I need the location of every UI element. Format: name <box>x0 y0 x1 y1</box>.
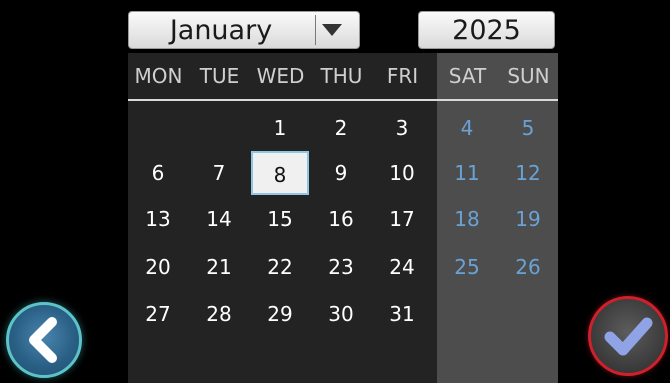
weekday-header-sun: SUN <box>507 64 550 88</box>
day-cell[interactable]: 23 <box>312 245 370 289</box>
day-cell[interactable]: 16 <box>312 197 370 241</box>
day-cell[interactable]: 9 <box>312 151 370 195</box>
day-cell[interactable]: 26 <box>499 245 557 289</box>
weekday-header-mon: MON <box>134 64 183 88</box>
day-cell[interactable]: 17 <box>373 197 431 241</box>
day-cell[interactable]: 21 <box>190 245 248 289</box>
day-cell[interactable]: 31 <box>373 292 431 336</box>
weekday-header-divider <box>128 99 558 101</box>
day-cell[interactable]: 1 <box>251 106 309 150</box>
day-cell[interactable]: 12 <box>499 151 557 195</box>
day-cell[interactable]: 7 <box>190 151 248 195</box>
month-dropdown-value: January <box>169 15 273 46</box>
month-dropdown-divider <box>315 15 316 45</box>
day-cell[interactable]: 2 <box>312 106 370 150</box>
month-dropdown[interactable]: January <box>128 11 360 49</box>
day-cell[interactable]: 4 <box>438 106 496 150</box>
day-cell[interactable]: 20 <box>129 245 187 289</box>
day-cell[interactable]: 14 <box>190 197 248 241</box>
day-cell[interactable]: 5 <box>499 106 557 150</box>
weekday-header-thu: THU <box>320 64 363 88</box>
day-cell-selected[interactable]: 8 <box>251 151 309 195</box>
weekday-header-sat: SAT <box>448 64 487 88</box>
day-cell[interactable]: 3 <box>373 106 431 150</box>
weekday-header-wed: WED <box>256 64 305 88</box>
weekday-header-tue: TUE <box>199 64 240 88</box>
day-cell[interactable]: 27 <box>129 292 187 336</box>
weekday-header-fri: FRI <box>386 64 419 88</box>
day-cell[interactable]: 11 <box>438 151 496 195</box>
day-cell[interactable]: 24 <box>373 245 431 289</box>
chevron-left-icon <box>29 317 57 363</box>
day-cell[interactable]: 29 <box>251 292 309 336</box>
day-cell[interactable]: 28 <box>190 292 248 336</box>
chevron-down-icon[interactable] <box>322 24 342 36</box>
day-cell[interactable]: 19 <box>499 197 557 241</box>
confirm-button[interactable] <box>588 296 668 376</box>
day-cell[interactable]: 15 <box>251 197 309 241</box>
day-cell[interactable]: 25 <box>438 245 496 289</box>
day-cell[interactable]: 6 <box>129 151 187 195</box>
day-cell[interactable]: 13 <box>129 197 187 241</box>
day-cell[interactable]: 18 <box>438 197 496 241</box>
day-cell[interactable]: 22 <box>251 245 309 289</box>
year-field[interactable]: 2025 <box>418 11 555 49</box>
date-picker-screen: January 2025 MON TUE WED THU FRI SAT SUN… <box>0 0 670 383</box>
day-cell[interactable]: 10 <box>373 151 431 195</box>
back-button[interactable] <box>6 302 82 378</box>
checkmark-icon <box>604 317 653 356</box>
day-cell[interactable]: 30 <box>312 292 370 336</box>
